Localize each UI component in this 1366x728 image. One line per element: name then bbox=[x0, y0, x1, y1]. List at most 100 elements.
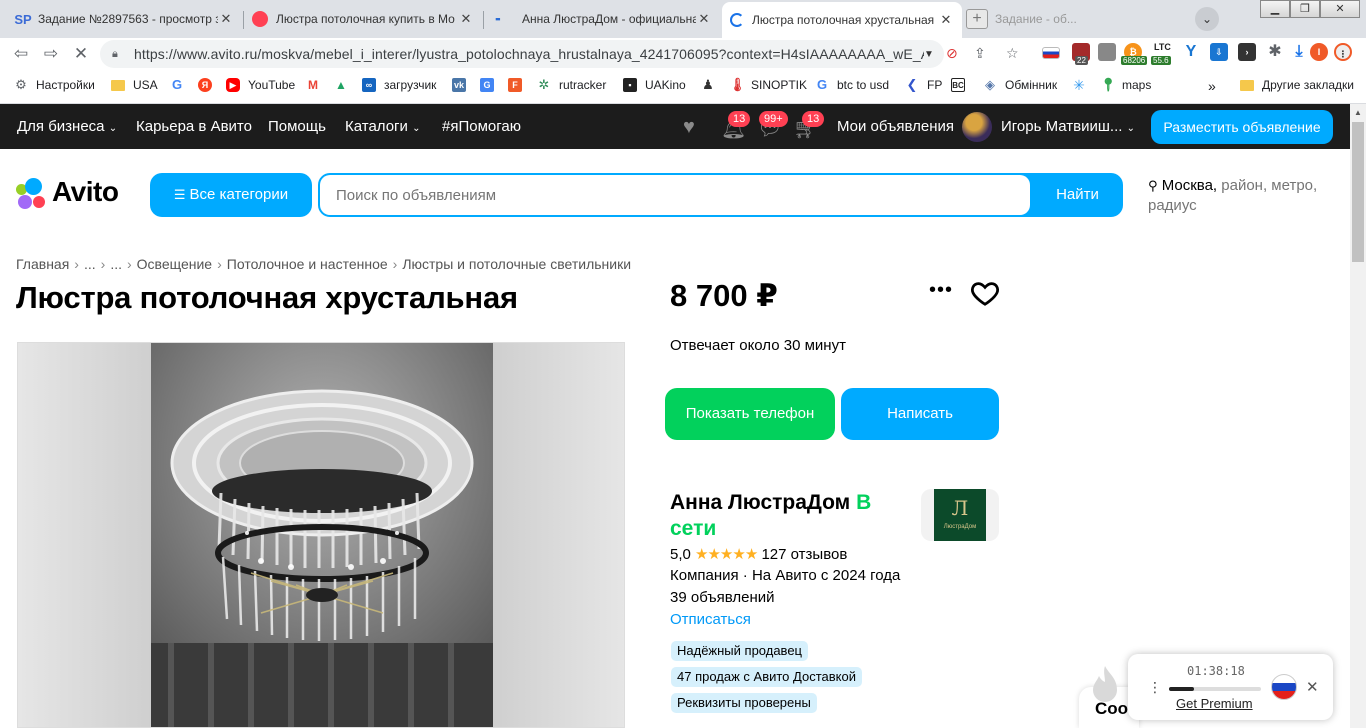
chrome-menu-icon[interactable]: ⋮ bbox=[1334, 43, 1352, 61]
tab-seller-page[interactable]: ╸ Анна ЛюстраДом - официальная ✕ bbox=[484, 4, 720, 34]
bookmark-label: YouTube bbox=[248, 78, 296, 92]
f-icon: F bbox=[508, 78, 522, 92]
profile-avatar[interactable]: I bbox=[1310, 43, 1328, 61]
seller-ads-count[interactable]: 39 объявлений bbox=[670, 589, 775, 606]
chandelier-photo[interactable] bbox=[151, 343, 493, 727]
blocked-icon[interactable]: ⊘ bbox=[946, 45, 958, 62]
ltc-value: 55.6 bbox=[1151, 56, 1171, 65]
post-ad-button[interactable]: Разместить объявление bbox=[1151, 110, 1333, 144]
nav-for-business[interactable]: Для бизнеса ⌄ bbox=[17, 118, 117, 135]
unsubscribe-link[interactable]: Отписаться bbox=[670, 611, 751, 628]
tab-search-chevron-icon[interactable]: ⌄ bbox=[1195, 7, 1219, 31]
bookmarks-overflow-chevron-icon[interactable]: » bbox=[1208, 78, 1216, 94]
seller-logo[interactable]: Л ЛюстраДом bbox=[921, 489, 999, 541]
stop-loading-icon[interactable]: ✕ bbox=[70, 43, 92, 65]
close-tab-icon[interactable]: ✕ bbox=[218, 11, 234, 27]
show-phone-button[interactable]: Показать телефон bbox=[665, 388, 835, 440]
nav-help[interactable]: Помощь bbox=[268, 118, 326, 135]
downloads-icon[interactable]: ⤓ bbox=[1290, 43, 1308, 61]
bookmark-bc[interactable]: BC bbox=[951, 78, 973, 92]
address-bar[interactable]: 🔒︎ https://www.avito.ru/moskva/mebel_i_i… bbox=[100, 40, 944, 68]
bookmark-f[interactable]: F bbox=[508, 78, 530, 92]
nav-help-hashtag[interactable]: #яПомогаю bbox=[442, 118, 521, 135]
recorder-progress-track[interactable] bbox=[1169, 687, 1261, 691]
terminal-ext-icon[interactable]: › bbox=[1238, 43, 1256, 61]
breadcrumb-home[interactable]: Главная bbox=[16, 256, 69, 272]
scrollbar-thumb[interactable] bbox=[1352, 122, 1364, 262]
tab-task[interactable]: SP Задание №2897563 - просмотр з ✕ bbox=[4, 4, 242, 34]
tab-chandelier-search[interactable]: Люстра потолочная купить в Мо ✕ bbox=[244, 4, 482, 34]
all-categories-button[interactable]: ☰ Все категории bbox=[150, 173, 312, 217]
write-message-button[interactable]: Написать bbox=[841, 388, 999, 440]
close-tab-icon[interactable]: ✕ bbox=[938, 12, 954, 28]
bookmark-exchanger[interactable]: ◈ Обмінник bbox=[983, 78, 1057, 93]
bookmark-youtube[interactable]: ▶ YouTube bbox=[226, 78, 295, 92]
location-selector[interactable]: ⚲ Москва, район, метро, радиус bbox=[1148, 176, 1338, 216]
bookmark-star-icon[interactable]: ☆ bbox=[1006, 45, 1019, 62]
bookmark-chess[interactable]: ♟ bbox=[701, 78, 723, 92]
close-tab-icon[interactable]: ✕ bbox=[696, 11, 712, 27]
bookmark-settings[interactable]: ⚙ Настройки bbox=[14, 78, 95, 93]
breadcrumb-chandeliers[interactable]: Люстры и потолочные светильники bbox=[402, 256, 631, 272]
new-tab-button[interactable]: + bbox=[966, 9, 988, 29]
close-tab-icon[interactable]: ✕ bbox=[458, 11, 474, 27]
search-input[interactable] bbox=[320, 175, 1030, 215]
bookmark-sinoptik[interactable]: 🌡︎ SINOPTIK bbox=[729, 78, 807, 93]
url-dropdown-icon[interactable]: ▼ bbox=[924, 49, 944, 60]
vpn-icon[interactable]: Y bbox=[1182, 43, 1200, 61]
breadcrumb-ellipsis[interactable]: ... bbox=[110, 256, 122, 272]
more-options-icon[interactable]: ••• bbox=[929, 279, 953, 302]
bookmark-usa[interactable]: USA bbox=[111, 78, 158, 92]
bookmark-btc-usd[interactable]: Gbtc to usd bbox=[815, 78, 889, 93]
vk-icon: vk bbox=[452, 78, 466, 92]
bookmark-fp[interactable]: ❮ FP bbox=[905, 78, 943, 93]
minimize-button[interactable]: ▁ bbox=[1260, 0, 1290, 18]
bookmark-other[interactable]: Другие закладки bbox=[1240, 78, 1354, 92]
bookmark-drive[interactable]: ▲ bbox=[334, 78, 356, 92]
nav-my-ads[interactable]: Мои объявления bbox=[837, 118, 954, 135]
page-scrollbar[interactable]: ▲ bbox=[1350, 104, 1366, 728]
tab-active-listing[interactable]: Люстра потолочная хрустальная ✕ bbox=[722, 2, 962, 38]
bookmark-rutracker[interactable]: ✲ rutracker bbox=[537, 78, 607, 93]
youtube-icon: ▶ bbox=[226, 78, 240, 92]
bookmark-vk[interactable]: vk bbox=[452, 78, 474, 92]
close-icon[interactable]: ✕ bbox=[1306, 678, 1319, 696]
ru-flag-icon[interactable] bbox=[1042, 47, 1060, 59]
bookmark-star[interactable]: ✳ bbox=[1072, 78, 1094, 92]
breadcrumb-ceiling-wall[interactable]: Потолочное и настенное bbox=[227, 256, 388, 272]
user-menu[interactable]: Игорь Матвииш... ⌄ bbox=[1001, 118, 1135, 135]
share-icon[interactable]: ⇪ bbox=[974, 45, 986, 62]
bookmark-google[interactable]: G bbox=[170, 78, 192, 92]
seller-name[interactable]: Анна ЛюстраДом В сети bbox=[670, 490, 910, 542]
maximize-button[interactable]: ❐ bbox=[1290, 0, 1320, 18]
nav-catalogs[interactable]: Каталоги ⌄ bbox=[345, 118, 420, 135]
breadcrumb-ellipsis[interactable]: ... bbox=[84, 256, 96, 272]
bookmark-downloader[interactable]: ∞ загрузчик bbox=[362, 78, 436, 92]
get-premium-link[interactable]: Get Premium bbox=[1176, 696, 1253, 711]
bookmark-gmail[interactable]: M bbox=[306, 78, 328, 92]
user-avatar[interactable] bbox=[962, 112, 992, 142]
back-arrow-icon[interactable]: ⇦ bbox=[10, 43, 32, 65]
briefcase-ext-icon[interactable] bbox=[1098, 43, 1116, 61]
close-window-button[interactable]: ✕ bbox=[1320, 0, 1360, 18]
seller-rating[interactable]: 5,0 ★★★★★ 127 отзывов bbox=[670, 545, 847, 563]
nav-career[interactable]: Карьера в Авито bbox=[136, 118, 252, 135]
favorites-heart-icon[interactable]: ♥ bbox=[683, 116, 695, 139]
bookmark-yandex[interactable]: Я bbox=[198, 78, 220, 92]
chevron-down-icon: ⌄ bbox=[1126, 123, 1135, 134]
bookmark-maps[interactable]: 📍︎ maps bbox=[1100, 78, 1151, 93]
scroll-up-icon[interactable]: ▲ bbox=[1354, 108, 1362, 117]
breadcrumb-lighting[interactable]: Освещение bbox=[137, 256, 212, 272]
recorder-menu-icon[interactable]: ⋮ bbox=[1148, 679, 1162, 696]
folder-icon bbox=[1240, 79, 1254, 91]
photo-gallery[interactable] bbox=[17, 342, 625, 728]
extensions-puzzle-icon[interactable]: ✱ bbox=[1266, 43, 1284, 61]
forward-arrow-icon[interactable]: ⇨ bbox=[40, 43, 62, 65]
lock-icon: 🔒︎ bbox=[112, 47, 118, 60]
bookmark-translate[interactable]: G bbox=[480, 78, 502, 92]
ru-flag-icon[interactable] bbox=[1271, 674, 1297, 700]
bookmark-uakino[interactable]: ▪ UAKino bbox=[623, 78, 686, 92]
search-button[interactable]: Найти bbox=[1034, 175, 1121, 215]
favorite-heart-icon[interactable] bbox=[970, 278, 1000, 308]
download-ext-icon[interactable]: ⇩ bbox=[1210, 43, 1228, 61]
